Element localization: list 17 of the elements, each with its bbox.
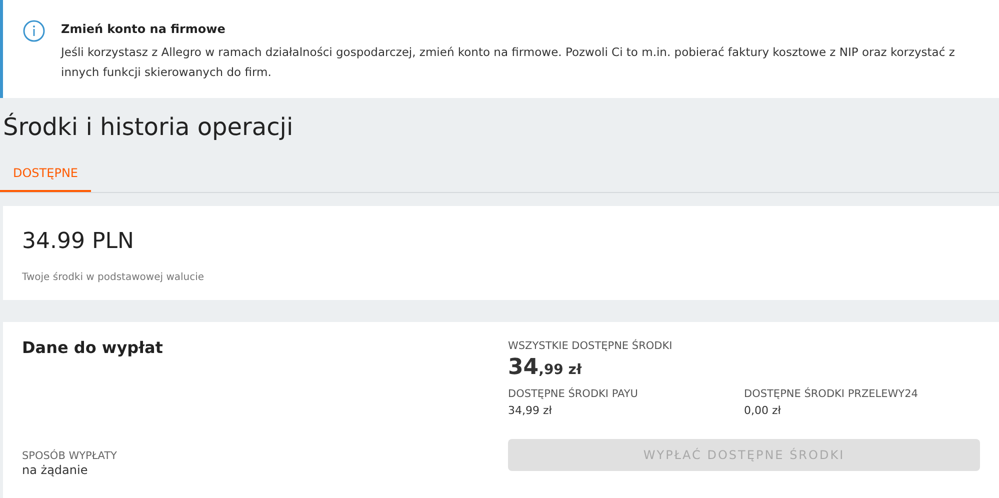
source-label: DOSTĘPNE ŚRODKI PRZELEWY24 <box>744 386 919 402</box>
notice-title: Zmień konto na firmowe <box>61 21 226 38</box>
tab[interactable]: DOSTĘPNE <box>0 156 92 192</box>
source-value: 34,99 zł <box>508 402 553 418</box>
notice-text: Jeśli korzystasz z Allegro w ramach działalności gospodarczej, zmień konto na firmowe. Pozwoli Ci to m.in. pobierać faktury kosztowe z NIP oraz korzystać z innych funkcji skierowanych do firm. <box>61 44 956 81</box>
info-icon <box>23 20 45 42</box>
balance-amount: 34.99 PLN <box>22 228 135 256</box>
method-value: na żądanie <box>22 463 89 478</box>
source-value: 0,00 zł <box>744 402 782 418</box>
page-title: Środki i historia operacji <box>2 112 294 142</box>
total-label: WSZYSTKIE DOSTĘPNE ŚRODKI <box>508 339 674 354</box>
balance-caption: Twoje środki w podstawowej walucie <box>22 271 206 285</box>
method-label: SPOSÓB WYPŁATY <box>22 450 118 463</box>
total-integer: 34 <box>508 354 539 381</box>
payout-title: Dane do wypłat <box>22 338 164 358</box>
total-fraction: ,99 zł <box>538 360 582 380</box>
source-label: DOSTĘPNE ŚRODKI PAYU <box>508 386 639 402</box>
